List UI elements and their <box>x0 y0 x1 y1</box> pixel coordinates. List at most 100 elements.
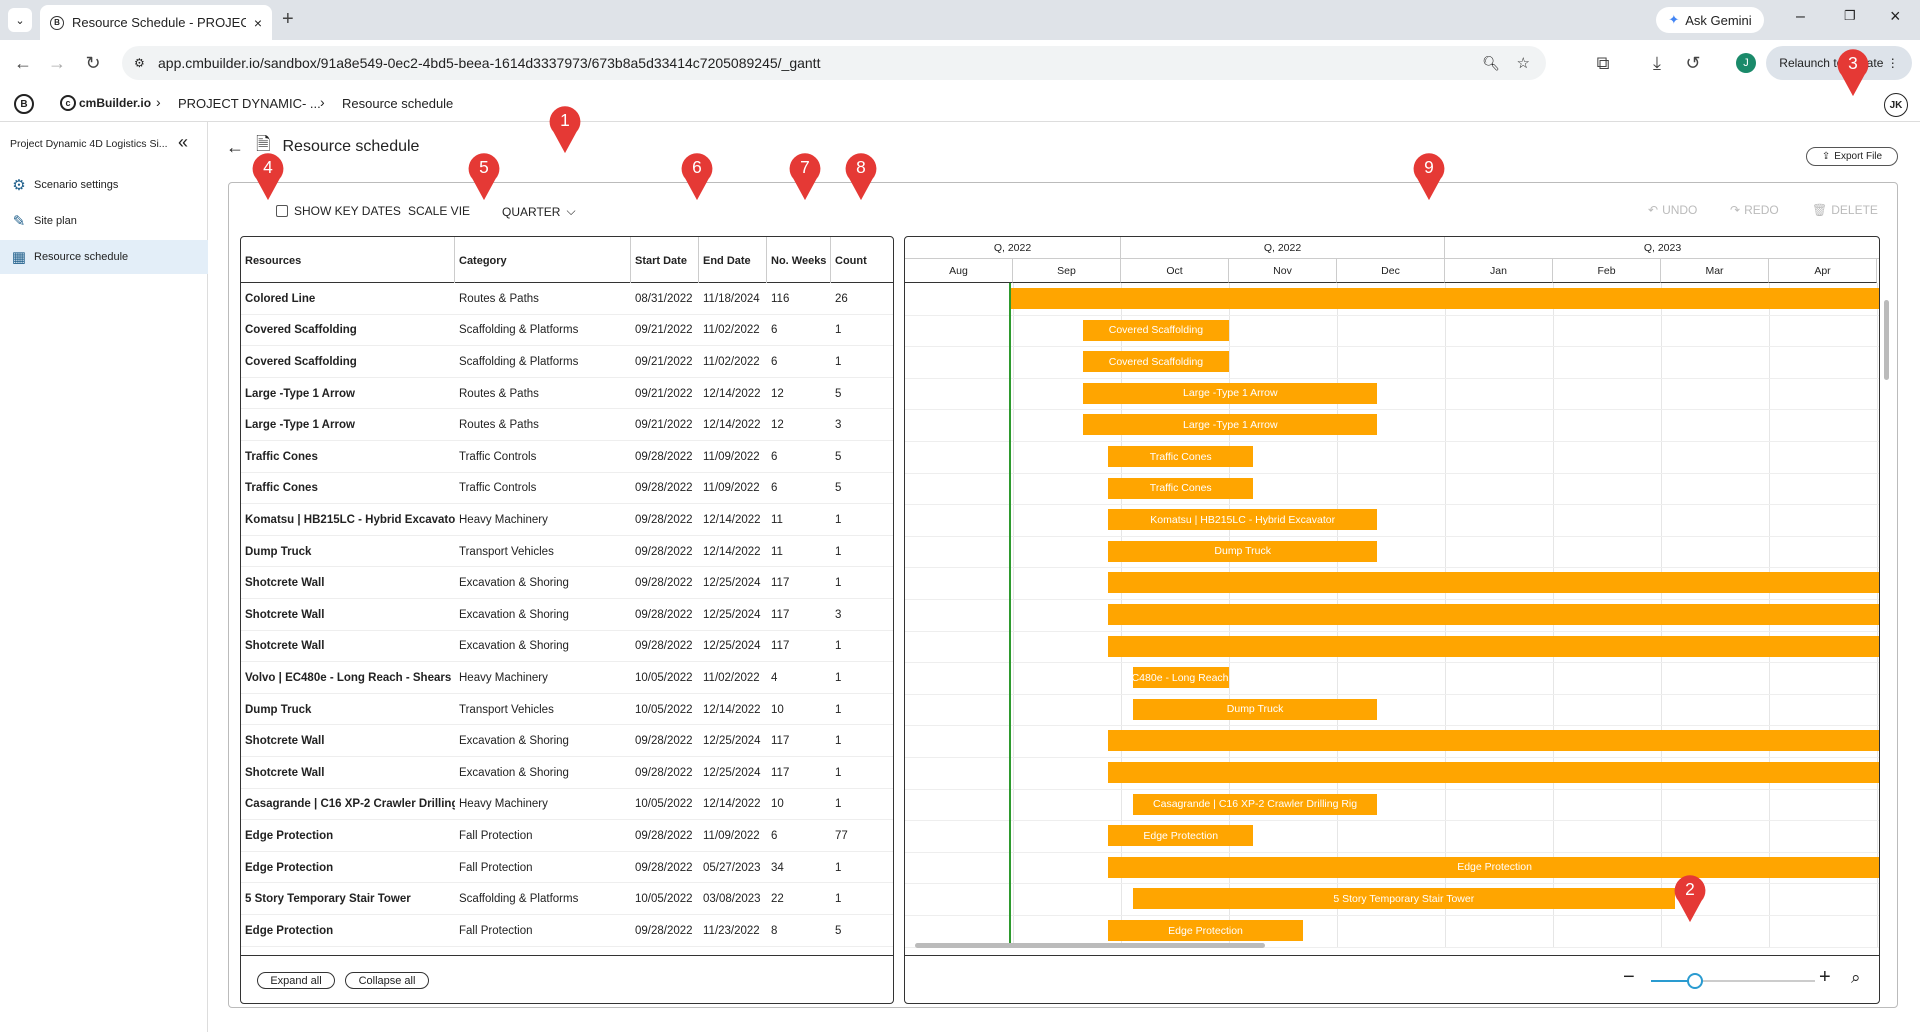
close-icon[interactable]: × <box>254 15 262 31</box>
table-cell: Large -Type 1 Arrow <box>245 419 355 432</box>
sidebar-item-scenario-settings[interactable]: ⚙ Scenario settings <box>0 168 208 202</box>
gantt-bar[interactable] <box>1108 762 1879 783</box>
gantt-bar[interactable]: Traffic Cones <box>1108 477 1254 499</box>
show-key-dates-toggle[interactable]: SHOW KEY DATES <box>276 204 401 218</box>
zoom-in-icon[interactable]: + <box>1819 966 1831 989</box>
gantt-bar[interactable]: Dump Truck <box>1108 540 1378 562</box>
zoom-slider-handle[interactable] <box>1687 973 1703 989</box>
downloads-icon[interactable]: ⤓ <box>1644 50 1670 76</box>
table-row[interactable]: Shotcrete Wall Excavation & Shoring 09/28/… <box>241 599 893 631</box>
back-arrow-icon[interactable]: ← <box>226 137 244 158</box>
horizontal-scrollbar[interactable] <box>915 943 1265 948</box>
expand-all-button[interactable]: Expand all <box>257 972 335 989</box>
redo-button[interactable]: ↷ REDO <box>1730 203 1779 217</box>
collapse-all-button[interactable]: Collapse all <box>345 972 429 989</box>
table-row[interactable]: Shotcrete Wall Excavation & Shoring 09/28/… <box>241 567 893 599</box>
maximize-button[interactable]: ❐ <box>1844 8 1856 24</box>
row-gridline <box>905 851 1879 853</box>
row-gridline <box>905 472 1879 474</box>
table-row[interactable]: Komatsu | HB215LC - Hybrid Excavator Heav… <box>241 504 893 536</box>
column-header[interactable]: End Date <box>699 237 767 283</box>
table-row[interactable]: Covered Scaffolding Scaffolding & Platfor… <box>241 315 893 347</box>
user-avatar[interactable]: JK <box>1884 93 1908 117</box>
new-tab-button[interactable]: + <box>282 8 294 31</box>
table-cell: 09/28/2022 <box>635 513 693 526</box>
delete-button[interactable]: 🗑︎ DELETE <box>1812 203 1878 217</box>
gantt-bar[interactable]: Volvo | EC480e - Long Reach - Shears <box>1132 667 1229 689</box>
brand-logo[interactable]: c cmBuilder.io <box>60 95 151 111</box>
column-header[interactable]: Resources <box>241 237 455 283</box>
export-file-button[interactable]: ⇪ Export File <box>1806 147 1898 166</box>
bookmark-star-icon[interactable]: ☆ <box>1517 54 1530 72</box>
gantt-bar[interactable]: Covered Scaffolding <box>1083 319 1229 341</box>
gantt-bar[interactable]: Edge Protection <box>1108 825 1254 847</box>
profile-avatar[interactable]: J <box>1736 53 1756 73</box>
gantt-bar[interactable]: Dump Truck <box>1132 698 1378 720</box>
gantt-vertical-scrollbar[interactable] <box>1884 300 1889 380</box>
zoom-out-icon[interactable]: − <box>1623 966 1635 989</box>
search-icon[interactable]: ⌕ <box>1851 968 1861 988</box>
table-row[interactable]: Large -Type 1 Arrow Routes & Paths 09/21/2… <box>241 409 893 441</box>
column-header[interactable]: Category <box>455 237 631 283</box>
table-row[interactable]: Edge Protection Fall Protection 09/28/2022… <box>241 820 893 852</box>
table-row[interactable]: Shotcrete Wall Excavation & Shoring 09/28/… <box>241 631 893 663</box>
gantt-bar[interactable]: Large -Type 1 Arrow <box>1083 414 1378 436</box>
table-cell: Routes & Paths <box>459 292 539 305</box>
table-row[interactable]: Large -Type 1 Arrow Routes & Paths 09/21/2… <box>241 378 893 410</box>
column-header[interactable]: Start Date <box>631 237 699 283</box>
gantt-bar[interactable] <box>1108 572 1879 594</box>
gantt-bar[interactable]: Edge Protection <box>1108 856 1879 878</box>
undo-button[interactable]: ↶ UNDO <box>1648 203 1697 217</box>
table-row[interactable]: Casagrande | C16 XP-2 Crawler Drilling R… <box>241 789 893 821</box>
table-row[interactable]: 5 Story Temporary Stair Tower Scaffolding… <box>241 883 893 915</box>
checkbox[interactable] <box>276 205 288 217</box>
zoom-icon[interactable]: 🔍︎ <box>1482 55 1500 72</box>
gantt-bar[interactable] <box>1108 604 1879 625</box>
gantt-bar[interactable]: Traffic Cones <box>1108 446 1254 467</box>
table-row[interactable]: Dump Truck Transport Vehicles 10/05/2022 12… <box>241 694 893 726</box>
forward-icon[interactable]: → <box>44 50 70 76</box>
table-row[interactable]: Covered Scaffolding Scaffolding & Platfor… <box>241 346 893 378</box>
column-header[interactable]: Count <box>831 237 893 283</box>
history-icon[interactable]: ↺ <box>1680 50 1706 76</box>
zoom-slider-track[interactable] <box>1651 980 1815 982</box>
column-header[interactable]: No. Weeks <box>767 237 831 283</box>
table-cell: Casagrande | C16 XP-2 Crawler Drilling R… <box>245 798 455 811</box>
gantt-bar[interactable] <box>1009 288 1879 309</box>
extensions-icon[interactable]: ⧉ <box>1590 50 1616 76</box>
sidebar-item-resource-schedule[interactable]: ▦ Resource schedule <box>0 240 208 274</box>
table-row[interactable]: Dump Truck Transport Vehicles 09/28/2022 12… <box>241 536 893 568</box>
sidebar-item-site-plan[interactable]: ✎ Site plan <box>0 204 208 238</box>
tab-search-button[interactable]: ⌄ <box>8 8 32 32</box>
gantt-bar[interactable]: Covered Scaffolding <box>1083 351 1229 373</box>
gantt-bar[interactable]: Komatsu | HB215LC - Hybrid Excavator <box>1108 509 1378 531</box>
gantt-bar[interactable] <box>1108 635 1879 657</box>
address-bar[interactable]: ⚙ app.cmbuilder.io/sandbox/91a8e549-0ec2… <box>122 46 1546 80</box>
ask-gemini-button[interactable]: ✦ Ask Gemini <box>1656 7 1764 33</box>
back-icon[interactable]: ← <box>10 50 36 76</box>
collapse-sidebar-icon[interactable]: « <box>178 132 188 153</box>
table-row[interactable]: Shotcrete Wall Excavation & Shoring 09/28/… <box>241 725 893 757</box>
reload-icon[interactable]: ↻ <box>80 50 106 76</box>
gantt-bar[interactable] <box>1108 730 1879 752</box>
gantt-bar[interactable]: Large -Type 1 Arrow <box>1083 382 1378 404</box>
gantt-bar[interactable]: 5 Story Temporary Stair Tower <box>1132 888 1675 910</box>
table-row[interactable]: Shotcrete Wall Excavation & Shoring 09/28/… <box>241 757 893 789</box>
minimize-button[interactable]: – <box>1796 8 1805 26</box>
breadcrumb-project[interactable]: PROJECT DYNAMIC- ... <box>178 96 321 111</box>
table-row[interactable]: Edge Protection Fall Protection 09/28/2022… <box>241 915 893 947</box>
app-logo-icon[interactable]: B <box>14 94 34 114</box>
table-row[interactable]: Volvo | EC480e - Long Reach - Shears Heav… <box>241 662 893 694</box>
app-header: B c cmBuilder.io › PROJECT DYNAMIC- ... ›… <box>0 86 1920 122</box>
scale-select[interactable]: QUARTER ⌵ <box>502 204 576 219</box>
table-cell: 5 <box>835 924 842 937</box>
close-window-button[interactable]: × <box>1890 6 1901 27</box>
browser-tab[interactable]: B Resource Schedule - PROJECT D × <box>40 5 272 40</box>
table-row[interactable]: Colored Line Routes & Paths 08/31/2022 11/1… <box>241 283 893 315</box>
gantt-bar[interactable]: Edge Protection <box>1108 920 1303 941</box>
gantt-bar[interactable]: Casagrande | C16 XP-2 Crawler Drilling R… <box>1132 793 1378 815</box>
site-info-icon[interactable]: ⚙ <box>134 56 145 70</box>
table-row[interactable]: Traffic Cones Traffic Controls 09/28/2022 1… <box>241 473 893 505</box>
table-row[interactable]: Edge Protection Fall Protection 09/28/2022… <box>241 852 893 884</box>
table-row[interactable]: Traffic Cones Traffic Controls 09/28/2022 1… <box>241 441 893 473</box>
